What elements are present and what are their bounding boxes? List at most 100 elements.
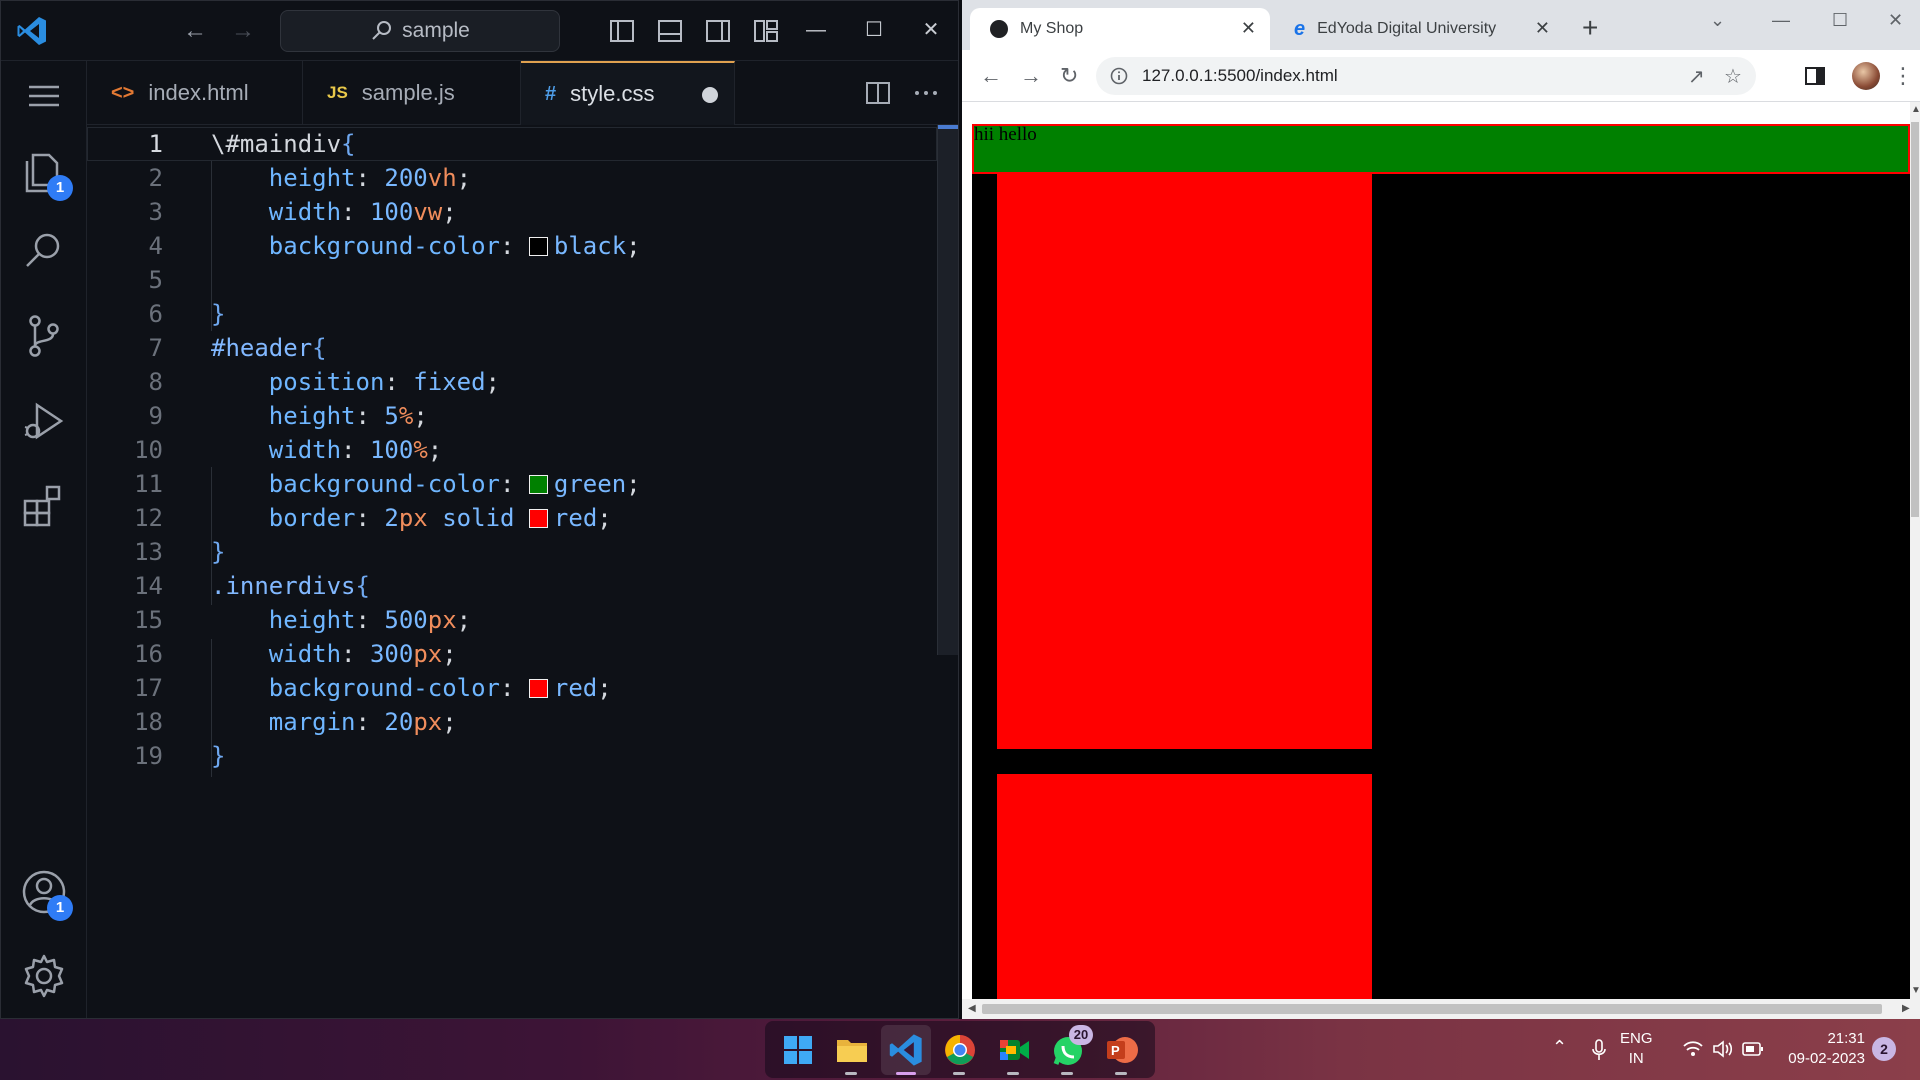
tab-search-chevron-icon[interactable]: ⌄ bbox=[1710, 10, 1725, 31]
code-text: height: 500px; bbox=[268, 606, 472, 634]
number: 200 bbox=[384, 164, 428, 192]
back-arrow-icon[interactable]: ← bbox=[181, 17, 209, 45]
forward-arrow-icon[interactable]: → bbox=[229, 17, 257, 45]
page-horizontal-scrollbar[interactable]: ◀ ▶ bbox=[962, 999, 1920, 1019]
forward-arrow-icon[interactable]: → bbox=[1020, 63, 1042, 89]
unsaved-dot-icon[interactable] bbox=[702, 87, 718, 103]
color-swatch[interactable] bbox=[528, 679, 548, 698]
customize-layout-icon[interactable] bbox=[751, 16, 781, 46]
site-info-icon[interactable] bbox=[1110, 67, 1128, 85]
page-viewport[interactable]: hii hello bbox=[972, 124, 1910, 999]
property: background-color bbox=[268, 232, 500, 260]
minimize-icon[interactable]: — bbox=[801, 15, 831, 45]
reload-icon[interactable]: ↻ bbox=[1060, 63, 1078, 89]
minimize-icon[interactable]: — bbox=[1772, 10, 1790, 31]
show-hidden-icons-chevron[interactable]: ⌃ bbox=[1552, 1037, 1567, 1080]
vscode-titlebar: ← → sample — ☐ ✕ bbox=[1, 1, 958, 61]
number: 5 bbox=[384, 402, 399, 430]
source-control-icon[interactable] bbox=[19, 311, 69, 361]
line-number: 1 bbox=[148, 130, 163, 158]
horizontal-scroll-thumb[interactable] bbox=[982, 1004, 1882, 1014]
color-swatch[interactable] bbox=[528, 237, 548, 256]
more-actions-icon[interactable] bbox=[912, 79, 940, 107]
value: solid bbox=[442, 504, 515, 532]
code-text: background-color: green; bbox=[268, 470, 641, 498]
property: height bbox=[268, 402, 356, 430]
battery-icon[interactable] bbox=[1742, 1041, 1764, 1057]
browser-tab-edyoda[interactable]: e EdYoda Digital University ✕ bbox=[1274, 8, 1564, 50]
volume-icon[interactable] bbox=[1712, 1039, 1734, 1059]
line-number: 17 bbox=[134, 674, 163, 702]
vscode-taskbar-icon[interactable] bbox=[887, 1031, 925, 1069]
close-icon[interactable]: ✕ bbox=[1888, 10, 1903, 31]
file-explorer-icon[interactable] bbox=[833, 1031, 871, 1069]
unit: px bbox=[427, 606, 457, 634]
page-header: hii hello bbox=[972, 124, 1910, 174]
windows-start-icon[interactable] bbox=[779, 1031, 817, 1069]
address-bar[interactable]: 127.0.0.1:5500/index.html ↗ ☆ bbox=[1096, 57, 1756, 95]
code-line: 18 margin: 20px; bbox=[87, 705, 937, 739]
code-line: 13 } bbox=[87, 535, 937, 569]
scroll-up-arrow-icon[interactable]: ▲ bbox=[1911, 104, 1920, 115]
tab-index-html[interactable]: <> index.html bbox=[87, 61, 303, 125]
notification-badge[interactable]: 2 bbox=[1872, 1037, 1896, 1061]
maximize-icon[interactable]: ☐ bbox=[1832, 10, 1848, 31]
code-line: 6 } bbox=[87, 297, 937, 331]
code-text: height: 5%; bbox=[268, 402, 428, 430]
tab-style-css[interactable]: # style.css bbox=[521, 61, 735, 125]
maximize-icon[interactable]: ☐ bbox=[859, 15, 889, 45]
layout-controls bbox=[607, 16, 781, 46]
extensions-icon[interactable] bbox=[19, 481, 69, 531]
language-indicator[interactable]: ENG IN bbox=[1620, 1029, 1653, 1069]
brace: { bbox=[355, 572, 370, 600]
code-editor[interactable]: 1 \#maindiv{ 2 height: 200vh; 3 width: 1… bbox=[87, 125, 958, 1018]
chrome-menu-icon[interactable]: ⋮ bbox=[1892, 63, 1914, 89]
app-active-indicator bbox=[896, 1072, 916, 1075]
toggle-primary-sidebar-icon[interactable] bbox=[607, 16, 637, 46]
chrome-taskbar-icon[interactable] bbox=[941, 1031, 979, 1069]
meet-taskbar-icon[interactable] bbox=[995, 1031, 1033, 1069]
browser-tab-my-shop[interactable]: My Shop ✕ bbox=[970, 8, 1270, 50]
close-tab-icon[interactable]: ✕ bbox=[1535, 18, 1550, 39]
code-line: 14 .innerdivs{ bbox=[87, 569, 937, 603]
line-number: 11 bbox=[134, 470, 163, 498]
accounts-icon[interactable]: 1 bbox=[19, 867, 73, 921]
color-swatch[interactable] bbox=[528, 509, 548, 528]
line-number: 10 bbox=[134, 436, 163, 464]
line-number: 9 bbox=[148, 402, 163, 430]
explorer-icon[interactable]: 1 bbox=[19, 147, 73, 201]
scroll-left-arrow-icon[interactable]: ◀ bbox=[968, 1003, 976, 1014]
search-sidebar-icon[interactable] bbox=[19, 227, 69, 277]
toggle-secondary-sidebar-icon[interactable] bbox=[703, 16, 733, 46]
app-running-indicator bbox=[953, 1072, 965, 1075]
scroll-down-arrow-icon[interactable]: ▼ bbox=[1911, 985, 1920, 996]
menu-icon[interactable] bbox=[27, 83, 61, 109]
split-editor-icon[interactable] bbox=[864, 79, 892, 107]
run-debug-icon[interactable] bbox=[19, 397, 69, 447]
command-center-search[interactable]: sample bbox=[280, 10, 560, 52]
vertical-scroll-thumb[interactable] bbox=[1911, 122, 1919, 517]
scroll-right-arrow-icon[interactable]: ▶ bbox=[1902, 1003, 1910, 1014]
side-panel-icon[interactable] bbox=[1804, 65, 1826, 87]
code-line: 3 width: 100vw; bbox=[87, 195, 937, 229]
microphone-icon[interactable] bbox=[1590, 1038, 1608, 1062]
back-arrow-icon[interactable]: ← bbox=[980, 63, 1002, 89]
clock[interactable]: 21:31 09-02-2023 bbox=[1780, 1029, 1865, 1069]
line-number: 6 bbox=[148, 300, 163, 328]
page-vertical-scrollbar[interactable]: ▲ ▼ bbox=[1910, 102, 1920, 999]
new-tab-plus-icon[interactable]: + bbox=[1582, 14, 1598, 42]
wifi-icon[interactable] bbox=[1682, 1039, 1704, 1059]
close-tab-icon[interactable]: ✕ bbox=[1241, 18, 1256, 39]
tab-label: style.css bbox=[570, 81, 655, 106]
close-icon[interactable]: ✕ bbox=[916, 15, 946, 45]
powerpoint-taskbar-icon[interactable]: P bbox=[1103, 1031, 1141, 1069]
tab-sample-js[interactable]: JS sample.js bbox=[303, 61, 521, 125]
line-number: 7 bbox=[148, 334, 163, 362]
bookmark-star-icon[interactable]: ☆ bbox=[1724, 64, 1742, 89]
share-icon[interactable]: ↗ bbox=[1688, 64, 1705, 89]
profile-avatar[interactable] bbox=[1852, 62, 1880, 90]
toggle-panel-icon[interactable] bbox=[655, 16, 685, 46]
settings-gear-icon[interactable] bbox=[19, 951, 69, 1001]
editor-scrollbar[interactable] bbox=[937, 125, 958, 655]
color-swatch[interactable] bbox=[528, 475, 548, 494]
